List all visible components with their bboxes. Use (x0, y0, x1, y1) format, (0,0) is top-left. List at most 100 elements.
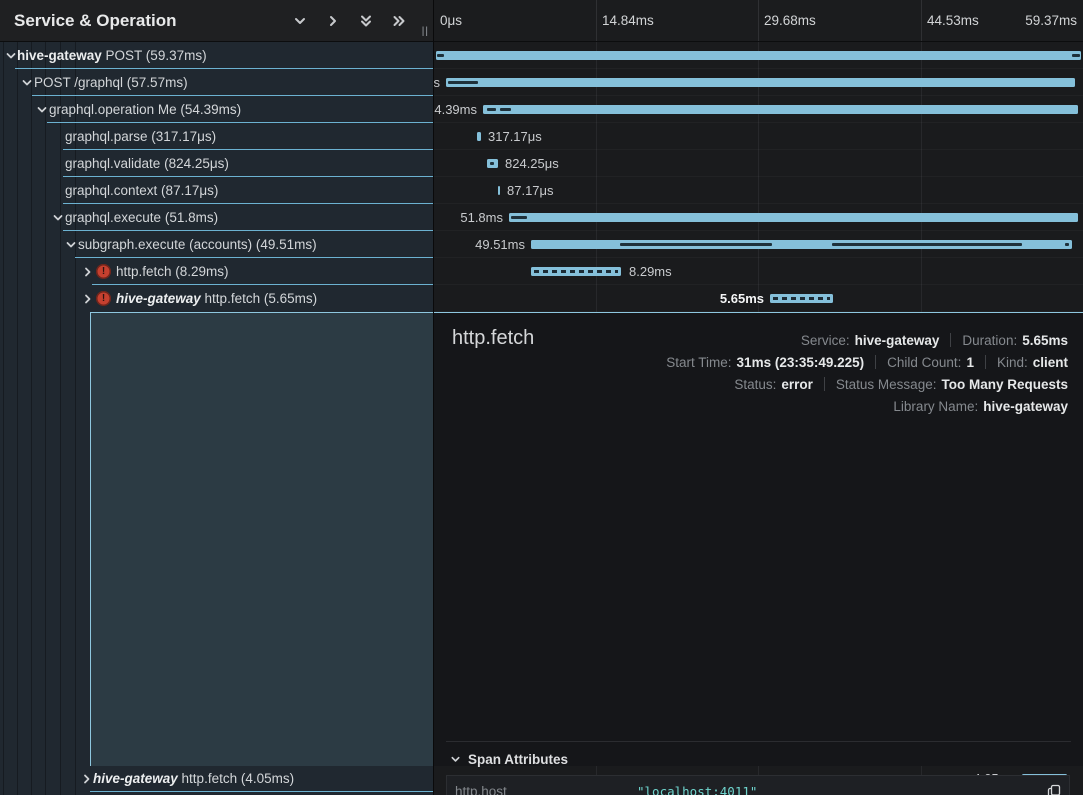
span-tree: hive-gateway POST (59.37ms) POST /graphq… (0, 42, 434, 795)
meta-line-3: Status:error Status Message:Too Many Req… (666, 373, 1068, 395)
operation-name: POST /graphql (57.57ms) (34, 69, 188, 96)
bar-row-3: 317.17μs (434, 123, 1083, 150)
collapse-all-icon[interactable] (358, 13, 374, 29)
span-attributes-toggle[interactable]: Span Attributes (450, 752, 568, 767)
tree-controls (292, 0, 407, 41)
span-bar[interactable] (531, 240, 1072, 249)
bar-row-6: 51.8ms (434, 204, 1083, 231)
bar-row-8: 8.29ms (434, 258, 1083, 285)
axis-tick-3: 44.53ms (927, 0, 979, 41)
span-row-graphql-execute[interactable]: graphql.execute (51.8ms) (0, 204, 433, 231)
meta-line-2: Start Time:31ms (23:35:49.225) Child Cou… (666, 351, 1068, 373)
retry-dashes (773, 297, 830, 300)
error-icon: ! (96, 291, 111, 306)
error-icon: ! (96, 264, 111, 279)
chevron-down-icon (450, 754, 461, 765)
meta-divider (950, 333, 951, 347)
operation-name: graphql.operation Me (54.39ms) (49, 96, 241, 123)
span-row-graphql-context[interactable]: graphql.context (87.17μs) (0, 177, 433, 204)
self-time-seg (500, 108, 511, 111)
span-bar[interactable] (509, 213, 1078, 222)
span-label: hive-gateway http.fetch (5.65ms) (116, 285, 317, 312)
span-label: hive-gateway POST (59.37ms) (17, 42, 207, 69)
child-span-seg (620, 243, 772, 246)
span-attributes-title: Span Attributes (468, 752, 568, 767)
axis-gridline (596, 0, 597, 41)
attr-value: "localhost:4011" (637, 784, 1039, 795)
span-row-graphql-validate[interactable]: graphql.validate (824.25μs) (0, 150, 433, 177)
status-value: error (781, 377, 813, 392)
self-time-seg (448, 81, 478, 84)
child-span-seg (832, 243, 1022, 246)
library-name-value: hive-gateway (983, 399, 1068, 414)
span-bar[interactable] (531, 267, 621, 276)
expanded-row-left-region (0, 312, 433, 766)
chevron-right-icon[interactable] (81, 265, 94, 278)
meta-divider (875, 355, 876, 369)
operation-name: http.fetch (8.29ms) (116, 258, 229, 285)
span-row-graphql-parse[interactable]: graphql.parse (317.17μs) (0, 123, 433, 150)
retry-dashes (534, 270, 618, 273)
operation-name: subgraph.execute (accounts) (49.51ms) (78, 231, 317, 258)
chevron-down-icon[interactable] (35, 103, 48, 116)
span-row-http-fetch-5ms-selected[interactable]: ! hive-gateway http.fetch (5.65ms) (0, 285, 433, 312)
bar-duration-label: 51.8ms (434, 204, 503, 231)
start-time-label: Start Time: (666, 355, 731, 370)
span-row-http-fetch-4ms[interactable]: hive-gateway http.fetch (4.05ms) (0, 766, 433, 795)
operation-name: graphql.validate (824.25μs) (65, 150, 229, 177)
chevron-down-icon[interactable] (64, 238, 77, 251)
bar-row-2: 54.39ms (434, 96, 1083, 123)
span-bar[interactable] (498, 186, 500, 195)
span-bar[interactable] (770, 294, 833, 303)
span-row-post-graphql[interactable]: POST /graphql (57.57ms) (0, 69, 433, 96)
self-time-seg (437, 54, 444, 57)
operation-name: http.fetch (4.05ms) (178, 771, 294, 786)
span-row-hive-gateway-post[interactable]: hive-gateway POST (59.37ms) (0, 42, 433, 69)
service-value: hive-gateway (855, 333, 940, 348)
kind-value: client (1033, 355, 1068, 370)
attr-row: http.host "localhost:4011" (447, 776, 1069, 795)
expand-one-icon[interactable] (325, 13, 341, 29)
bar-duration-label: 317.17μs (488, 123, 542, 150)
chevron-down-icon[interactable] (51, 211, 64, 224)
chevron-down-icon[interactable] (20, 76, 33, 89)
service-name: hive-gateway (116, 291, 201, 306)
column-resize-handle[interactable]: || (422, 26, 429, 37)
span-attributes-table: http.host "localhost:4011" http.method "… (446, 775, 1070, 795)
bar-row-7: 49.51ms (434, 231, 1083, 258)
duration-value: 5.65ms (1022, 333, 1068, 348)
expand-all-icon[interactable] (391, 13, 407, 29)
axis-tick-0: 0μs (440, 0, 462, 41)
bar-row-1: 57.57ms (434, 69, 1083, 96)
span-bar[interactable] (477, 132, 481, 141)
self-time-seg (490, 162, 494, 165)
detail-title: http.fetch (452, 327, 534, 350)
service-label: Service: (801, 333, 850, 348)
divider (446, 741, 1071, 742)
span-bar[interactable] (436, 51, 1081, 60)
span-detail-panel: http.fetch Service:hive-gateway Duration… (434, 312, 1083, 766)
span-label: hive-gateway http.fetch (4.05ms) (93, 766, 294, 791)
status-label: Status: (734, 377, 776, 392)
axis-tick-2: 29.68ms (764, 0, 816, 41)
copy-icon[interactable] (1039, 784, 1069, 795)
span-bar[interactable] (446, 78, 1075, 87)
span-row-graphql-operation[interactable]: graphql.operation Me (54.39ms) (0, 96, 433, 123)
span-bar[interactable] (483, 105, 1078, 114)
waterfall: 57.57ms 54.39ms 317.17μs 824.25μs 87.17μ… (434, 42, 1083, 795)
axis-tick-1: 14.84ms (602, 0, 654, 41)
collapse-one-icon[interactable] (292, 13, 308, 29)
library-name-label: Library Name: (893, 399, 978, 414)
bar-row-4: 824.25μs (434, 150, 1083, 177)
chevron-down-icon[interactable] (4, 49, 17, 62)
service-name: hive-gateway (93, 771, 178, 786)
panel-title: Service & Operation (14, 11, 177, 31)
chevron-right-icon[interactable] (80, 772, 93, 785)
trace-viewer: Service & Operation || 0μs 14.84ms 29.68… (0, 0, 1083, 795)
span-row-subgraph-execute[interactable]: subgraph.execute (accounts) (49.51ms) (0, 231, 433, 258)
chevron-right-icon[interactable] (81, 292, 94, 305)
span-row-http-fetch-8ms[interactable]: ! http.fetch (8.29ms) (0, 258, 433, 285)
meta-divider (985, 355, 986, 369)
span-bar[interactable] (487, 159, 498, 168)
service-name: hive-gateway (17, 48, 102, 63)
